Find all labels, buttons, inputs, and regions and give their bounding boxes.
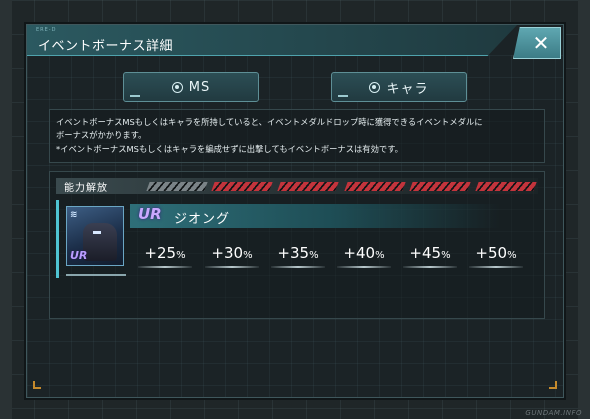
unit-accent-bar <box>56 200 59 278</box>
unit-underline <box>66 274 126 276</box>
ability-level-slot <box>146 182 208 191</box>
bonus-panel: 能力解放 ≋ UR UR ジオング +25% +30% +35% +40% +4… <box>49 171 545 319</box>
tab-chara[interactable]: キャラ <box>331 72 467 102</box>
close-button[interactable]: ✕ <box>513 27 561 59</box>
description-line: イベントボーナスMSもしくはキャラを所持していると、イベントメダルドロップ時に獲… <box>56 117 483 127</box>
unit-name-bar: UR ジオング <box>130 204 500 228</box>
header-code: ERE-D <box>36 27 57 33</box>
bonus-value: +50% <box>467 244 525 268</box>
mobile-suit-image <box>83 223 117 261</box>
mobile-suit-eye <box>93 231 101 234</box>
ability-level-slot <box>409 182 471 191</box>
watermark-logo: GUNDAM.INFO <box>525 409 582 417</box>
bonus-value: +35% <box>269 244 327 268</box>
background-edge-right <box>578 0 590 419</box>
corner-bracket <box>549 381 557 389</box>
unit-card[interactable]: ≋ UR UR ジオング +25% +30% +35% +40% +45% +5… <box>56 200 538 278</box>
ability-level-slot <box>475 182 537 191</box>
corner-bracket <box>33 381 41 389</box>
dialog-title: イベントボーナス詳細 <box>38 39 174 54</box>
thumbnail-rank-badge: UR <box>70 249 88 262</box>
unit-name: ジオング <box>174 212 231 227</box>
description-note: *イベントボーナスMSもしくはキャラを編成せずに出撃してもイベントボーナスは有効… <box>56 144 403 154</box>
description-box: イベントボーナスMSもしくはキャラを所持していると、イベントメダルドロップ時に獲… <box>49 109 545 163</box>
ability-level-slot <box>277 182 339 191</box>
target-icon <box>171 81 183 93</box>
tab-ms[interactable]: MS <box>123 72 259 102</box>
ability-header: 能力解放 <box>56 178 538 194</box>
bonus-value: +30% <box>203 244 261 268</box>
dialog-header: ERE-D イベントボーナス詳細 <box>27 25 517 56</box>
close-icon: ✕ <box>532 31 550 55</box>
ability-level-slot <box>211 182 273 191</box>
ability-level-slot <box>344 182 406 191</box>
unit-type-icon: ≋ <box>70 210 78 220</box>
target-icon <box>369 81 381 93</box>
background-edge-left <box>0 0 12 419</box>
unit-thumbnail[interactable]: ≋ UR <box>66 206 124 266</box>
ability-label: 能力解放 <box>64 183 108 194</box>
event-bonus-dialog: ERE-D イベントボーナス詳細 ✕ MS キャラ イベントボーナスMSもしくは… <box>26 24 564 398</box>
tab-ms-label: MS <box>188 79 211 95</box>
bonus-value: +40% <box>335 244 393 268</box>
tab-chara-label: キャラ <box>386 81 429 97</box>
bonus-value: +25% <box>136 244 194 268</box>
bonus-value: +45% <box>401 244 459 268</box>
description-line: ボーナスがかかります。 <box>56 130 147 140</box>
rank-badge: UR <box>138 205 162 223</box>
